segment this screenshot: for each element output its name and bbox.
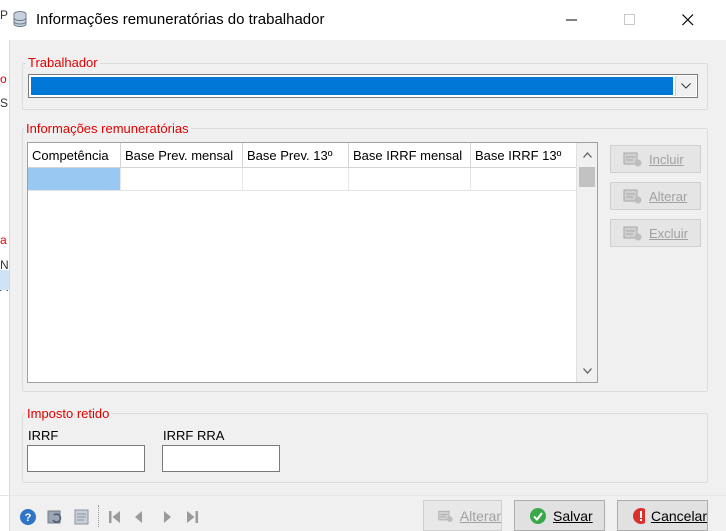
database-icon — [13, 11, 27, 28]
maximize-button — [604, 0, 656, 40]
minimize-icon — [566, 19, 577, 21]
check-icon — [530, 507, 546, 524]
dropdown-button[interactable] — [675, 76, 696, 96]
background-window-strip: P o S a N A — [0, 8, 10, 531]
column-header-base-prev-13[interactable]: Base Prev. 13º — [242, 143, 349, 168]
table-cell[interactable] — [470, 167, 577, 191]
imposto-label: Imposto retido — [25, 406, 112, 421]
irrf-label: IRRF — [28, 428, 59, 443]
trabalhador-selected-value — [31, 77, 673, 95]
previous-record-icon — [135, 511, 142, 523]
next-record-button[interactable] — [158, 508, 176, 526]
vertical-scrollbar[interactable] — [576, 143, 597, 382]
footer-divider — [0, 495, 726, 496]
scroll-up-button[interactable] — [577, 145, 597, 165]
column-header-base-irrf-mensal[interactable]: Base IRRF mensal — [348, 143, 471, 168]
table-header-row: Competência Base Prev. mensal Base Prev.… — [28, 143, 577, 168]
irrf-rra-label: IRRF RRA — [163, 428, 225, 443]
remuneracao-grid[interactable]: Competência Base Prev. mensal Base Prev.… — [27, 142, 598, 383]
cancelar-label: Cancelar — [650, 507, 707, 524]
column-header-base-irrf-13[interactable]: Base IRRF 13º — [470, 143, 577, 168]
column-header-competencia[interactable]: Competência — [28, 143, 121, 168]
table-cell[interactable] — [120, 167, 243, 191]
remuneracao-label: Informações remuneratórias — [24, 121, 191, 136]
footer-alterar-button[interactable]: Alterar — [423, 500, 502, 531]
background-fragment: a — [0, 233, 7, 247]
incluir-button[interactable]: Incluir — [610, 145, 701, 173]
trabalhador-label: Trabalhador — [26, 55, 100, 70]
previous-record-button[interactable] — [130, 508, 148, 526]
table-cell[interactable] — [348, 167, 471, 191]
salvar-label: Salvar — [553, 507, 593, 524]
refresh-records-button[interactable] — [46, 508, 64, 526]
cancel-icon — [633, 507, 645, 524]
next-record-icon — [164, 511, 171, 523]
trabalhador-select[interactable] — [28, 74, 698, 98]
column-header-base-prev-mensal[interactable]: Base Prev. mensal — [120, 143, 243, 168]
svg-text:?: ? — [25, 512, 32, 524]
footer-alterar-label: Alterar — [459, 507, 501, 524]
records-list-icon — [74, 509, 89, 525]
background-fragment: o — [0, 72, 7, 86]
last-record-icon — [187, 511, 198, 523]
cancelar-button[interactable]: Cancelar — [617, 500, 708, 531]
help-icon: ? — [20, 509, 36, 525]
chevron-down-icon — [582, 368, 592, 374]
incluir-label: Incluir — [649, 151, 684, 167]
maximize-icon — [624, 14, 635, 25]
help-button[interactable]: ? — [19, 508, 37, 526]
alterar-label: Alterar — [649, 188, 688, 204]
salvar-button[interactable]: Salvar — [514, 500, 605, 531]
excluir-button[interactable]: Excluir — [610, 219, 701, 247]
dialog-window: Informações remuneratórias do trabalhado… — [0, 0, 726, 531]
toolbar-separator — [98, 505, 100, 527]
excluir-label: Excluir — [649, 225, 689, 241]
add-record-icon — [623, 152, 642, 167]
minimize-button[interactable] — [546, 0, 598, 40]
scroll-down-button[interactable] — [577, 361, 597, 381]
remuneracao-table: Competência Base Prev. mensal Base Prev.… — [28, 143, 577, 191]
first-record-icon — [109, 511, 120, 523]
edit-record-icon — [623, 189, 642, 204]
table-cell[interactable] — [242, 167, 349, 191]
delete-record-icon — [623, 226, 642, 241]
first-record-button[interactable] — [106, 508, 124, 526]
chevron-down-icon — [681, 83, 691, 89]
background-selection — [0, 270, 9, 290]
window-title: Informações remuneratórias do trabalhado… — [36, 11, 325, 28]
records-list-button[interactable] — [73, 508, 91, 526]
chevron-up-icon — [582, 152, 592, 158]
background-fragment: S — [0, 96, 9, 110]
alterar-button[interactable]: Alterar — [610, 182, 701, 210]
table-cell[interactable] — [28, 167, 121, 191]
last-record-button[interactable] — [183, 508, 201, 526]
close-button[interactable] — [662, 0, 714, 40]
close-icon — [682, 14, 694, 26]
irrf-rra-field[interactable] — [162, 445, 280, 472]
edit-record-icon — [438, 510, 453, 522]
refresh-records-icon — [47, 510, 62, 524]
table-row[interactable] — [28, 167, 577, 191]
title-bar: Informações remuneratórias do trabalhado… — [0, 0, 726, 40]
irrf-field[interactable] — [27, 445, 145, 472]
scroll-thumb[interactable] — [579, 167, 595, 187]
background-fragment: P — [0, 8, 9, 22]
